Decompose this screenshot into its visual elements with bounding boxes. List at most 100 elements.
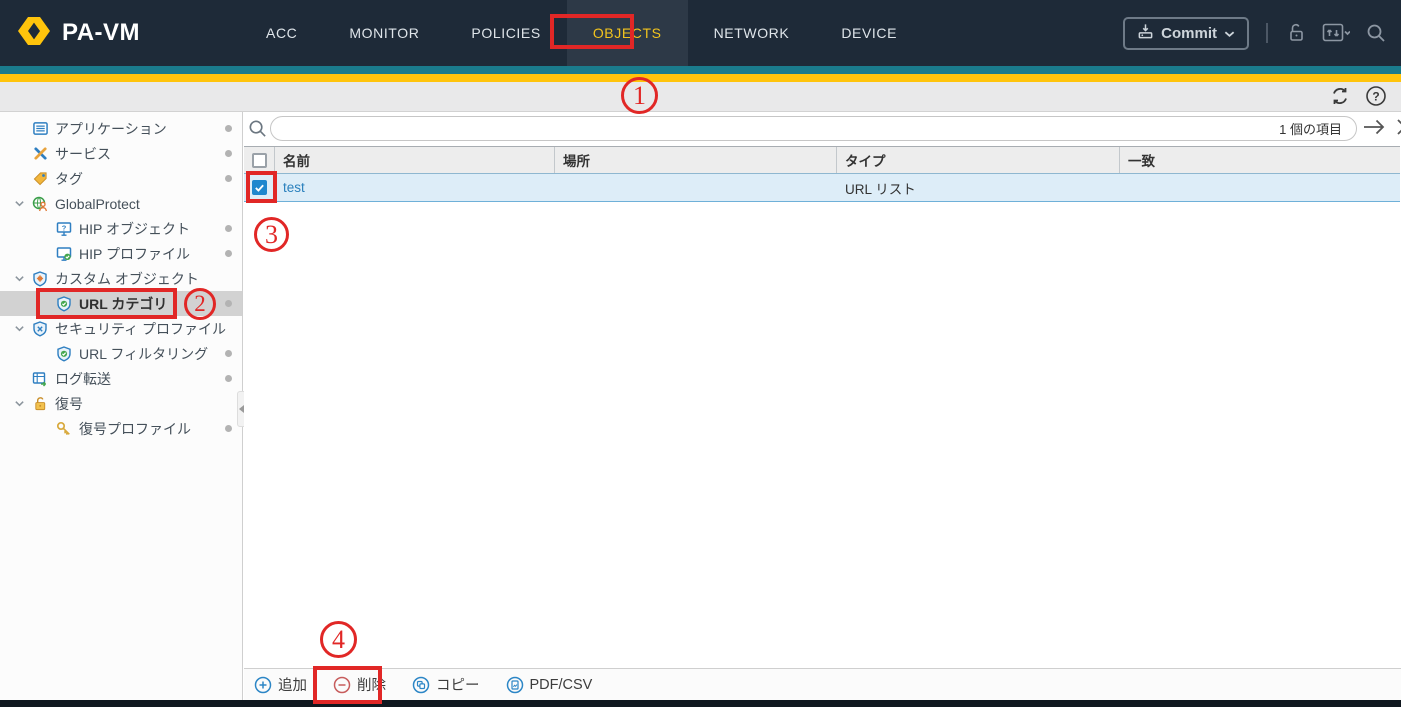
sidebar-item-decryption[interactable]: 復号 <box>0 391 242 416</box>
device-config-icon[interactable] <box>1322 22 1350 44</box>
sidebar-item-url-category[interactable]: URL カテゴリ <box>0 291 242 316</box>
tab-network[interactable]: NETWORK <box>688 0 816 66</box>
nav-right-controls: Commit <box>1123 0 1387 66</box>
sidebar-item-url-filtering[interactable]: URL フィルタリング <box>0 341 242 366</box>
status-dot <box>225 350 232 357</box>
select-all-checkbox-cell <box>244 147 275 173</box>
sidebar-item-label: HIP オブジェクト <box>79 220 190 237</box>
sidebar-item-decryption-profile[interactable]: 復号プロファイル <box>0 416 242 441</box>
pdf-csv-button[interactable]: PDF/CSV <box>506 676 592 694</box>
cell-name[interactable]: test <box>275 174 555 201</box>
decryption-icon <box>33 396 48 411</box>
sidebar-item-label: GlobalProtect <box>55 195 140 212</box>
clone-button[interactable]: コピー <box>412 674 480 695</box>
sidebar-item-custom-objects[interactable]: カスタム オブジェクト <box>0 266 242 291</box>
main-content: 1 個の項目 名前 場所 タイプ 一致 test URL リスト <box>244 112 1401 668</box>
svg-text:?: ? <box>62 223 67 232</box>
chevron-down-icon <box>14 198 25 209</box>
filter-input[interactable] <box>271 118 1280 139</box>
column-header-4[interactable]: 一致 <box>1120 147 1400 173</box>
hip-objects-icon: ? <box>56 221 72 237</box>
apply-filter-icon[interactable] <box>1362 116 1386 143</box>
select-all-checkbox[interactable] <box>251 152 267 168</box>
sidebar-item-security-profiles[interactable]: セキュリティ プロファイル <box>0 316 242 341</box>
page-toolbar: ? <box>0 82 1401 112</box>
cell-match <box>1120 174 1400 201</box>
commit-icon <box>1137 23 1154 44</box>
sidebar-item-globalprotect[interactable]: GlobalProtect <box>0 191 242 216</box>
security-profiles-icon <box>32 320 48 337</box>
help-icon[interactable]: ? <box>1365 85 1387 112</box>
hip-profiles-icon <box>56 246 72 262</box>
status-dot <box>225 375 232 382</box>
row-checkbox[interactable] <box>252 180 267 195</box>
teal-stripe <box>0 66 1401 74</box>
action-label: 削除 <box>357 678 386 694</box>
status-dot <box>225 150 232 157</box>
column-header-1[interactable]: 名前 <box>275 147 555 173</box>
plus-circle-icon <box>254 676 272 694</box>
tab-acc[interactable]: ACC <box>240 0 323 66</box>
yellow-stripe <box>0 74 1401 82</box>
tab-monitor[interactable]: MONITOR <box>323 0 445 66</box>
cell-type: URL リスト <box>845 181 916 197</box>
svg-text:?: ? <box>1372 90 1379 104</box>
global-find-icon[interactable] <box>1365 22 1387 44</box>
commit-label: Commit <box>1161 24 1217 42</box>
refresh-icon[interactable] <box>1329 85 1351 112</box>
url-category-icon <box>56 295 72 312</box>
sidebar-item-label: ログ転送 <box>55 370 111 387</box>
search-icon <box>247 118 268 144</box>
nav-divider <box>1266 23 1268 43</box>
status-dot <box>225 225 232 232</box>
sidebar-item-hip-objects[interactable]: ? HIP オブジェクト <box>0 216 242 241</box>
sidebar-item-services[interactable]: サービス <box>0 141 242 166</box>
action-label: コピー <box>436 678 480 694</box>
paloalto-logo-icon <box>16 15 52 52</box>
tab-policies[interactable]: POLICIES <box>445 0 566 66</box>
table-action-bar: 追加 削除 コピー PDF/CSV <box>244 668 1401 700</box>
table-row[interactable]: test URL リスト <box>244 174 1400 202</box>
chevron-down-icon <box>1224 25 1235 42</box>
cell-location <box>555 174 837 201</box>
action-label: 追加 <box>278 678 307 694</box>
sidebar-item-label: 復号プロファイル <box>79 420 191 437</box>
sidebar-navigation: アプリケーション サービス タグ GlobalProtect? HIP オブジェクト HI… <box>0 112 243 700</box>
url-filtering-icon <box>56 345 72 362</box>
minus-circle-icon <box>333 676 351 694</box>
column-header-3[interactable]: タイプ <box>837 147 1120 173</box>
copy-circle-icon <box>412 676 430 694</box>
status-dot <box>225 175 232 182</box>
sidebar-item-log-forwarding[interactable]: ログ転送 <box>0 366 242 391</box>
sidebar-item-label: セキュリティ プロファイル <box>55 320 227 337</box>
sidebar-item-label: アプリケーション <box>55 120 167 137</box>
add-button[interactable]: 追加 <box>254 674 307 695</box>
sidebar-item-label: HIP プロファイル <box>79 245 190 262</box>
top-navigation-bar: PA-VM ACC MONITOR POLICIES OBJECTS NETWORK DE… <box>0 0 1401 66</box>
sidebar-item-hip-profiles[interactable]: HIP プロファイル <box>0 241 242 266</box>
chevron-down-icon <box>14 323 25 334</box>
status-dot <box>225 125 232 132</box>
sidebar-item-tags[interactable]: タグ <box>0 166 242 191</box>
column-header-2[interactable]: 場所 <box>555 147 837 173</box>
unlock-icon[interactable] <box>1285 22 1307 44</box>
sidebar-item-applications[interactable]: アプリケーション <box>0 116 242 141</box>
commit-button[interactable]: Commit <box>1123 16 1249 50</box>
clear-filter-icon[interactable] <box>1395 117 1401 142</box>
sidebar-item-label: URL カテゴリ <box>79 295 168 312</box>
log-forwarding-icon <box>32 371 48 387</box>
pdf-circle-icon <box>506 676 524 694</box>
sidebar-item-label: カスタム オブジェクト <box>55 270 199 287</box>
chevron-down-icon <box>14 398 25 409</box>
filter-pill: 1 個の項目 <box>270 116 1357 141</box>
tags-icon <box>33 171 48 186</box>
tab-device[interactable]: DEVICE <box>815 0 923 66</box>
main-tabs: ACC MONITOR POLICIES OBJECTS NETWORK DEVICE <box>240 0 923 66</box>
sidebar-item-label: タグ <box>55 170 83 187</box>
tab-objects[interactable]: OBJECTS <box>566 0 688 66</box>
search-row: 1 個の項目 <box>244 112 1401 146</box>
globalprotect-icon <box>32 196 48 212</box>
chevron-down-icon <box>14 273 25 284</box>
brand-title: PA-VM <box>62 19 141 46</box>
delete-button[interactable]: 削除 <box>333 674 386 695</box>
